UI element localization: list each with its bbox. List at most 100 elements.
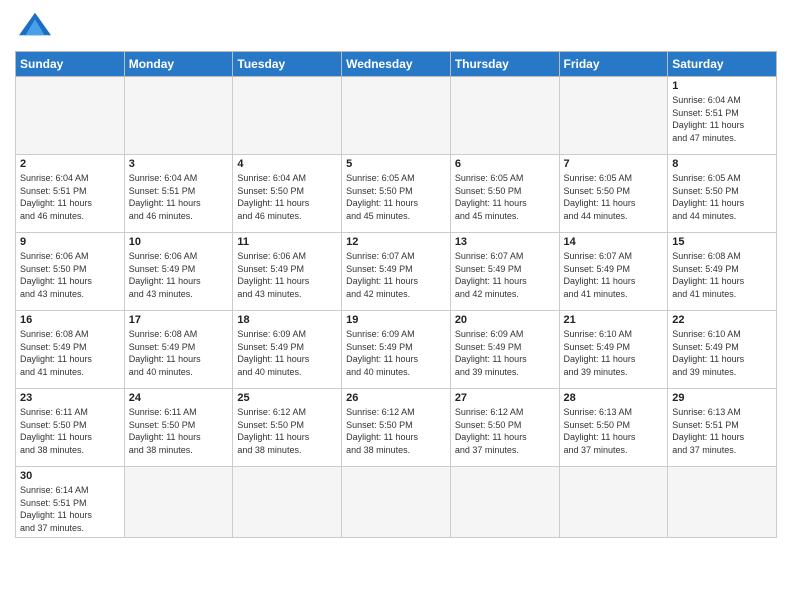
week-row-1: 1 Sunrise: 6:04 AM Sunset: 5:51 PM Daylig… xyxy=(16,77,777,155)
day-info: Sunrise: 6:05 AM Sunset: 5:50 PM Dayligh… xyxy=(564,172,664,222)
calendar-cell: 21 Sunrise: 6:10 AM Sunset: 5:49 PM Dayli… xyxy=(559,311,668,389)
day-info: Sunrise: 6:10 AM Sunset: 5:49 PM Dayligh… xyxy=(564,328,664,378)
day-info: Sunrise: 6:12 AM Sunset: 5:50 PM Dayligh… xyxy=(346,406,446,456)
calendar-cell: 10 Sunrise: 6:06 AM Sunset: 5:49 PM Dayli… xyxy=(124,233,233,311)
calendar-cell: 15Sunrise: 6:08 AM Sunset: 5:49 PM Dayli… xyxy=(668,233,777,311)
day-info: Sunrise: 6:11 AM Sunset: 5:50 PM Dayligh… xyxy=(129,406,229,456)
day-number: 1 xyxy=(672,80,772,92)
calendar-cell: 6Sunrise: 6:05 AM Sunset: 5:50 PM Daylig… xyxy=(450,155,559,233)
calendar-cell: 19 Sunrise: 6:09 AM Sunset: 5:49 PM Dayli… xyxy=(342,311,451,389)
day-number: 29 xyxy=(672,392,772,404)
day-info: Sunrise: 6:07 AM Sunset: 5:49 PM Dayligh… xyxy=(346,250,446,300)
calendar-cell: 11Sunrise: 6:06 AM Sunset: 5:49 PM Dayli… xyxy=(233,233,342,311)
day-info: Sunrise: 6:07 AM Sunset: 5:49 PM Dayligh… xyxy=(564,250,664,300)
day-info: Sunrise: 6:04 AM Sunset: 5:51 PM Dayligh… xyxy=(672,94,772,144)
day-number: 24 xyxy=(129,392,229,404)
day-number: 27 xyxy=(455,392,555,404)
day-number: 17 xyxy=(129,314,229,326)
day-number: 22 xyxy=(672,314,772,326)
day-info: Sunrise: 6:09 AM Sunset: 5:49 PM Dayligh… xyxy=(237,328,337,378)
logo xyxy=(15,14,51,43)
day-info: Sunrise: 6:13 AM Sunset: 5:50 PM Dayligh… xyxy=(564,406,664,456)
calendar-cell: 16Sunrise: 6:08 AM Sunset: 5:49 PM Dayli… xyxy=(16,311,125,389)
weekday-header-monday: Monday xyxy=(124,52,233,77)
calendar-cell xyxy=(342,467,451,538)
weekday-header-saturday: Saturday xyxy=(668,52,777,77)
day-info: Sunrise: 6:08 AM Sunset: 5:49 PM Dayligh… xyxy=(672,250,772,300)
day-info: Sunrise: 6:08 AM Sunset: 5:49 PM Dayligh… xyxy=(129,328,229,378)
day-number: 21 xyxy=(564,314,664,326)
page: SundayMondayTuesdayWednesdayThursdayFrid… xyxy=(0,0,792,612)
calendar: SundayMondayTuesdayWednesdayThursdayFrid… xyxy=(15,51,777,538)
day-number: 7 xyxy=(564,158,664,170)
day-number: 9 xyxy=(20,236,120,248)
calendar-cell: 3Sunrise: 6:04 AM Sunset: 5:51 PM Daylig… xyxy=(124,155,233,233)
day-number: 26 xyxy=(346,392,446,404)
day-info: Sunrise: 6:04 AM Sunset: 5:51 PM Dayligh… xyxy=(20,172,120,222)
day-info: Sunrise: 6:13 AM Sunset: 5:51 PM Dayligh… xyxy=(672,406,772,456)
day-info: Sunrise: 6:12 AM Sunset: 5:50 PM Dayligh… xyxy=(237,406,337,456)
calendar-cell xyxy=(233,467,342,538)
day-number: 4 xyxy=(237,158,337,170)
day-info: Sunrise: 6:10 AM Sunset: 5:49 PM Dayligh… xyxy=(672,328,772,378)
day-number: 5 xyxy=(346,158,446,170)
day-info: Sunrise: 6:06 AM Sunset: 5:49 PM Dayligh… xyxy=(129,250,229,300)
day-number: 25 xyxy=(237,392,337,404)
calendar-cell xyxy=(559,77,668,155)
day-info: Sunrise: 6:06 AM Sunset: 5:49 PM Dayligh… xyxy=(237,250,337,300)
calendar-cell xyxy=(124,467,233,538)
day-number: 19 xyxy=(346,314,446,326)
weekday-header-wednesday: Wednesday xyxy=(342,52,451,77)
day-info: Sunrise: 6:05 AM Sunset: 5:50 PM Dayligh… xyxy=(672,172,772,222)
calendar-cell: 29 Sunrise: 6:13 AM Sunset: 5:51 PM Dayli… xyxy=(668,389,777,467)
week-row-5: 23 Sunrise: 6:11 AM Sunset: 5:50 PM Dayli… xyxy=(16,389,777,467)
calendar-cell xyxy=(124,77,233,155)
calendar-cell: 30Sunrise: 6:14 AM Sunset: 5:51 PM Dayli… xyxy=(16,467,125,538)
calendar-cell: 24 Sunrise: 6:11 AM Sunset: 5:50 PM Dayli… xyxy=(124,389,233,467)
day-info: Sunrise: 6:06 AM Sunset: 5:50 PM Dayligh… xyxy=(20,250,120,300)
calendar-cell: 8 Sunrise: 6:05 AM Sunset: 5:50 PM Daylig… xyxy=(668,155,777,233)
calendar-cell: 18 Sunrise: 6:09 AM Sunset: 5:49 PM Dayli… xyxy=(233,311,342,389)
day-number: 6 xyxy=(455,158,555,170)
day-number: 10 xyxy=(129,236,229,248)
calendar-cell xyxy=(450,467,559,538)
day-number: 2 xyxy=(20,158,120,170)
day-number: 23 xyxy=(20,392,120,404)
weekday-header-sunday: Sunday xyxy=(16,52,125,77)
day-number: 13 xyxy=(455,236,555,248)
day-number: 12 xyxy=(346,236,446,248)
day-info: Sunrise: 6:08 AM Sunset: 5:49 PM Dayligh… xyxy=(20,328,120,378)
calendar-cell: 1 Sunrise: 6:04 AM Sunset: 5:51 PM Daylig… xyxy=(668,77,777,155)
day-info: Sunrise: 6:12 AM Sunset: 5:50 PM Dayligh… xyxy=(455,406,555,456)
day-info: Sunrise: 6:04 AM Sunset: 5:51 PM Dayligh… xyxy=(129,172,229,222)
weekday-header-friday: Friday xyxy=(559,52,668,77)
week-row-4: 16Sunrise: 6:08 AM Sunset: 5:49 PM Dayli… xyxy=(16,311,777,389)
week-row-2: 2 Sunrise: 6:04 AM Sunset: 5:51 PM Daylig… xyxy=(16,155,777,233)
calendar-cell: 27 Sunrise: 6:12 AM Sunset: 5:50 PM Dayli… xyxy=(450,389,559,467)
calendar-cell: 9 Sunrise: 6:06 AM Sunset: 5:50 PM Daylig… xyxy=(16,233,125,311)
week-row-6: 30Sunrise: 6:14 AM Sunset: 5:51 PM Dayli… xyxy=(16,467,777,538)
day-number: 20 xyxy=(455,314,555,326)
day-info: Sunrise: 6:05 AM Sunset: 5:50 PM Dayligh… xyxy=(346,172,446,222)
calendar-cell: 14 Sunrise: 6:07 AM Sunset: 5:49 PM Dayli… xyxy=(559,233,668,311)
calendar-cell xyxy=(233,77,342,155)
day-number: 28 xyxy=(564,392,664,404)
calendar-cell xyxy=(450,77,559,155)
calendar-cell: 22 Sunrise: 6:10 AM Sunset: 5:49 PM Dayli… xyxy=(668,311,777,389)
day-number: 18 xyxy=(237,314,337,326)
calendar-cell: 5 Sunrise: 6:05 AM Sunset: 5:50 PM Daylig… xyxy=(342,155,451,233)
logo-icon xyxy=(19,10,51,38)
day-number: 14 xyxy=(564,236,664,248)
calendar-cell: 28 Sunrise: 6:13 AM Sunset: 5:50 PM Dayli… xyxy=(559,389,668,467)
day-info: Sunrise: 6:04 AM Sunset: 5:50 PM Dayligh… xyxy=(237,172,337,222)
weekday-header-thursday: Thursday xyxy=(450,52,559,77)
calendar-cell: 26 Sunrise: 6:12 AM Sunset: 5:50 PM Dayli… xyxy=(342,389,451,467)
calendar-cell: 20Sunrise: 6:09 AM Sunset: 5:49 PM Dayli… xyxy=(450,311,559,389)
day-info: Sunrise: 6:11 AM Sunset: 5:50 PM Dayligh… xyxy=(20,406,120,456)
calendar-cell: 25 Sunrise: 6:12 AM Sunset: 5:50 PM Dayli… xyxy=(233,389,342,467)
day-info: Sunrise: 6:09 AM Sunset: 5:49 PM Dayligh… xyxy=(346,328,446,378)
day-number: 8 xyxy=(672,158,772,170)
calendar-cell xyxy=(342,77,451,155)
day-info: Sunrise: 6:14 AM Sunset: 5:51 PM Dayligh… xyxy=(20,484,120,534)
calendar-cell: 4 Sunrise: 6:04 AM Sunset: 5:50 PM Daylig… xyxy=(233,155,342,233)
